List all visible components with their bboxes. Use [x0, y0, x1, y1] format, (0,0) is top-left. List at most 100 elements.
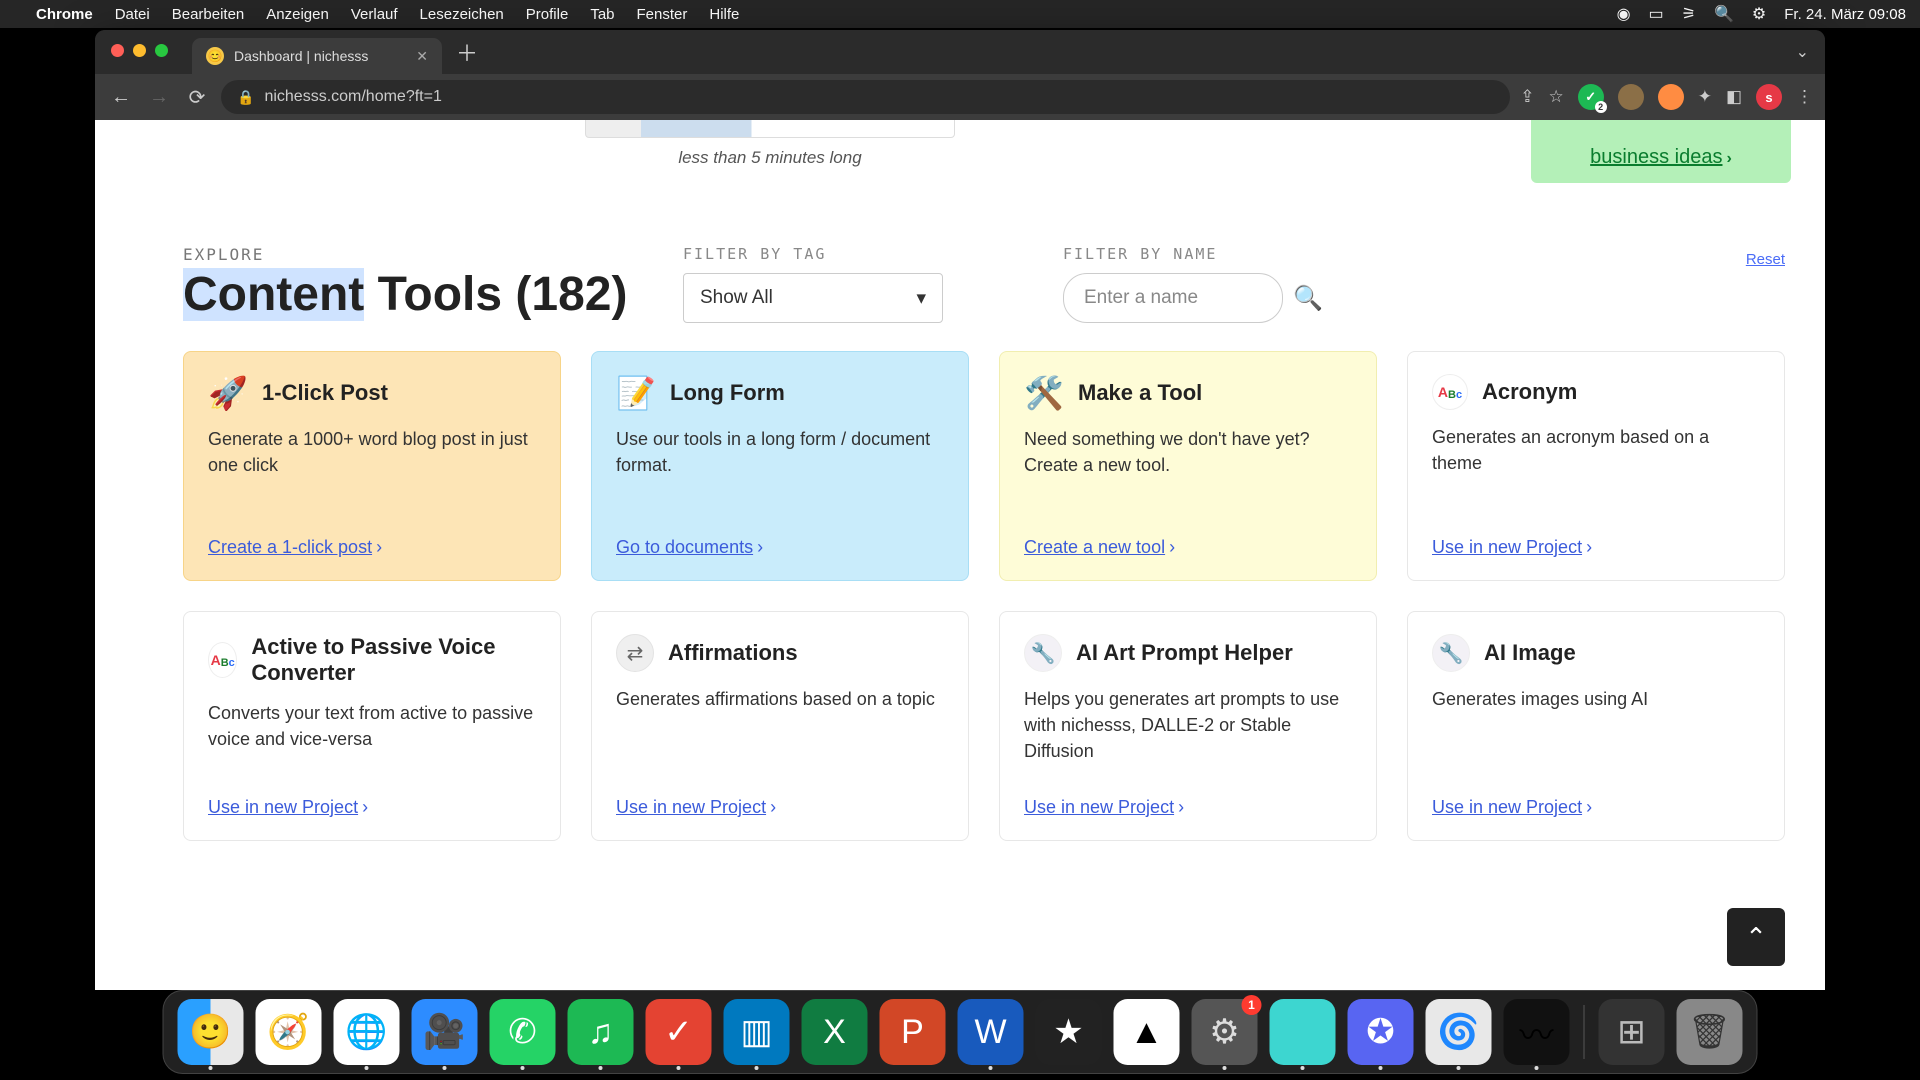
close-tab-button[interactable]: ✕	[416, 48, 428, 65]
card-desc: Generates affirmations based on a topic	[616, 686, 944, 712]
browser-tab[interactable]: 😊 Dashboard | nichesss ✕	[192, 38, 442, 74]
dock-audio[interactable]: 〰	[1504, 999, 1570, 1065]
card-acronym[interactable]: ABc Acronym Generates an acronym based o…	[1407, 351, 1785, 581]
card-affirmations[interactable]: ⇄ Affirmations Generates affirmations ba…	[591, 611, 969, 841]
macos-menubar: Chrome Datei Bearbeiten Anzeigen Verlauf…	[0, 0, 1920, 28]
card-link[interactable]: Create a 1-click post›	[208, 537, 536, 558]
chevron-down-icon: ▾	[916, 287, 926, 310]
dock-drive[interactable]: ▲	[1114, 999, 1180, 1065]
dock-app-cyan[interactable]	[1270, 999, 1336, 1065]
macos-dock: 🙂 🧭 🌐 🎥 ✆ ♫ ✓ ▥ X P W ★ ▲ ⚙1 ✪ 🌀 〰 ⊞ 🗑	[163, 990, 1758, 1074]
business-ideas-card[interactable]: business ideas›	[1531, 120, 1791, 183]
share-icon[interactable]: ⇪	[1520, 87, 1534, 107]
dock-settings[interactable]: ⚙1	[1192, 999, 1258, 1065]
search-input[interactable]	[1063, 273, 1283, 323]
arrows-icon: ⇄	[616, 634, 654, 672]
card-oneclick[interactable]: 🚀 1-Click Post Generate a 1000+ word blo…	[183, 351, 561, 581]
extension-orange-icon[interactable]	[1658, 84, 1684, 110]
card-title: Make a Tool	[1078, 380, 1202, 406]
record-icon[interactable]: ◉	[1617, 4, 1631, 24]
back-button[interactable]: ←	[107, 86, 135, 109]
spotlight-icon[interactable]: 🔍	[1714, 4, 1734, 24]
search-icon[interactable]: 🔍	[1293, 284, 1323, 313]
menu-fenster[interactable]: Fenster	[637, 6, 688, 23]
extensions-puzzle-icon[interactable]: ✦	[1698, 87, 1712, 107]
business-ideas-link[interactable]: business ideas	[1590, 146, 1722, 168]
menu-lesezeichen[interactable]: Lesezeichen	[420, 6, 504, 23]
new-tab-button[interactable]: ＋	[456, 36, 478, 68]
chevron-right-icon: ›	[1726, 150, 1731, 167]
url-field[interactable]: 🔒 nichesss.com/home?ft=1	[221, 80, 1510, 114]
menu-datei[interactable]: Datei	[115, 6, 150, 23]
dock-safari[interactable]: 🧭	[256, 999, 322, 1065]
card-active-passive[interactable]: ABc Active to Passive Voice Converter Co…	[183, 611, 561, 841]
menu-verlauf[interactable]: Verlauf	[351, 6, 398, 23]
battery-icon[interactable]: ▭	[1649, 4, 1664, 24]
menubar-clock[interactable]: Fr. 24. März 09:08	[1784, 6, 1906, 23]
card-ai-image[interactable]: 🔧 AI Image Generates images using AI Use…	[1407, 611, 1785, 841]
card-desc: Use our tools in a long form / document …	[616, 426, 944, 478]
card-link[interactable]: Create a new tool›	[1024, 537, 1352, 558]
tab-strip: 😊 Dashboard | nichesss ✕ ＋ ⌄	[95, 30, 1825, 74]
menu-anzeigen[interactable]: Anzeigen	[266, 6, 329, 23]
tabs-dropdown-icon[interactable]: ⌄	[1796, 42, 1809, 62]
dock-spotify[interactable]: ♫	[568, 999, 634, 1065]
extension-green-icon[interactable]: ✓	[1578, 84, 1604, 110]
dock-trash[interactable]: 🗑	[1677, 999, 1743, 1065]
card-title: Affirmations	[668, 640, 798, 666]
dock-launchpad[interactable]: ⊞	[1599, 999, 1665, 1065]
card-link[interactable]: Use in new Project›	[1024, 797, 1352, 818]
chevron-right-icon: ›	[1169, 537, 1175, 558]
menu-tab[interactable]: Tab	[590, 6, 614, 23]
reset-link[interactable]: Reset	[1746, 251, 1785, 268]
minimize-window-button[interactable]	[133, 44, 146, 57]
card-ai-art[interactable]: 🔧 AI Art Prompt Helper Helps you generat…	[999, 611, 1377, 841]
dock-powerpoint[interactable]: P	[880, 999, 946, 1065]
bookmark-star-icon[interactable]: ☆	[1548, 87, 1563, 107]
dock-imovie[interactable]: ★	[1036, 999, 1102, 1065]
card-link[interactable]: Use in new Project›	[616, 797, 944, 818]
chevron-right-icon: ›	[770, 797, 776, 818]
menu-profile[interactable]: Profile	[526, 6, 569, 23]
video-thumbnail[interactable]	[585, 120, 955, 138]
sidepanel-icon[interactable]: ◧	[1726, 87, 1742, 107]
dock-trello[interactable]: ▥	[724, 999, 790, 1065]
filter-tag-select[interactable]: Show All ▾	[683, 273, 943, 323]
menu-hilfe[interactable]: Hilfe	[709, 6, 739, 23]
card-link[interactable]: Go to documents›	[616, 537, 944, 558]
extension-brown-icon[interactable]	[1618, 84, 1644, 110]
profile-avatar[interactable]: s	[1756, 84, 1782, 110]
chevron-right-icon: ›	[362, 797, 368, 818]
card-desc: Need something we don't have yet? Create…	[1024, 426, 1352, 478]
card-longform[interactable]: 📝 Long Form Use our tools in a long form…	[591, 351, 969, 581]
card-link[interactable]: Use in new Project›	[1432, 797, 1760, 818]
card-link[interactable]: Use in new Project›	[208, 797, 536, 818]
tools-grid: 🚀 1-Click Post Generate a 1000+ word blo…	[95, 323, 1825, 841]
card-makeatool[interactable]: 🛠️ Make a Tool Need something we don't h…	[999, 351, 1377, 581]
dock-todoist[interactable]: ✓	[646, 999, 712, 1065]
dock-chrome[interactable]: 🌐	[334, 999, 400, 1065]
card-link[interactable]: Use in new Project›	[1432, 537, 1760, 558]
scroll-top-button[interactable]: ⌃	[1727, 908, 1785, 966]
chrome-window: 😊 Dashboard | nichesss ✕ ＋ ⌄ ← → ⟳ 🔒 nic…	[95, 30, 1825, 990]
maximize-window-button[interactable]	[155, 44, 168, 57]
close-window-button[interactable]	[111, 44, 124, 57]
dock-whatsapp[interactable]: ✆	[490, 999, 556, 1065]
control-center-icon[interactable]: ⚙	[1752, 4, 1766, 24]
dock-discord[interactable]: ✪	[1348, 999, 1414, 1065]
forward-button[interactable]: →	[145, 86, 173, 109]
dock-zoom[interactable]: 🎥	[412, 999, 478, 1065]
card-title: Long Form	[670, 380, 785, 406]
menubar-app-name[interactable]: Chrome	[36, 6, 93, 23]
dock-finder[interactable]: 🙂	[178, 999, 244, 1065]
video-caption: less than 5 minutes long	[585, 148, 955, 168]
tools-icon: 🛠️	[1024, 374, 1064, 412]
dock-browser2[interactable]: 🌀	[1426, 999, 1492, 1065]
wifi-icon[interactable]: ⚞	[1682, 4, 1696, 24]
dock-excel[interactable]: X	[802, 999, 868, 1065]
menu-bearbeiten[interactable]: Bearbeiten	[172, 6, 245, 23]
reload-button[interactable]: ⟳	[183, 85, 211, 110]
rocket-icon: 🚀	[208, 374, 248, 412]
chrome-menu-icon[interactable]: ⋮	[1796, 87, 1813, 107]
dock-word[interactable]: W	[958, 999, 1024, 1065]
